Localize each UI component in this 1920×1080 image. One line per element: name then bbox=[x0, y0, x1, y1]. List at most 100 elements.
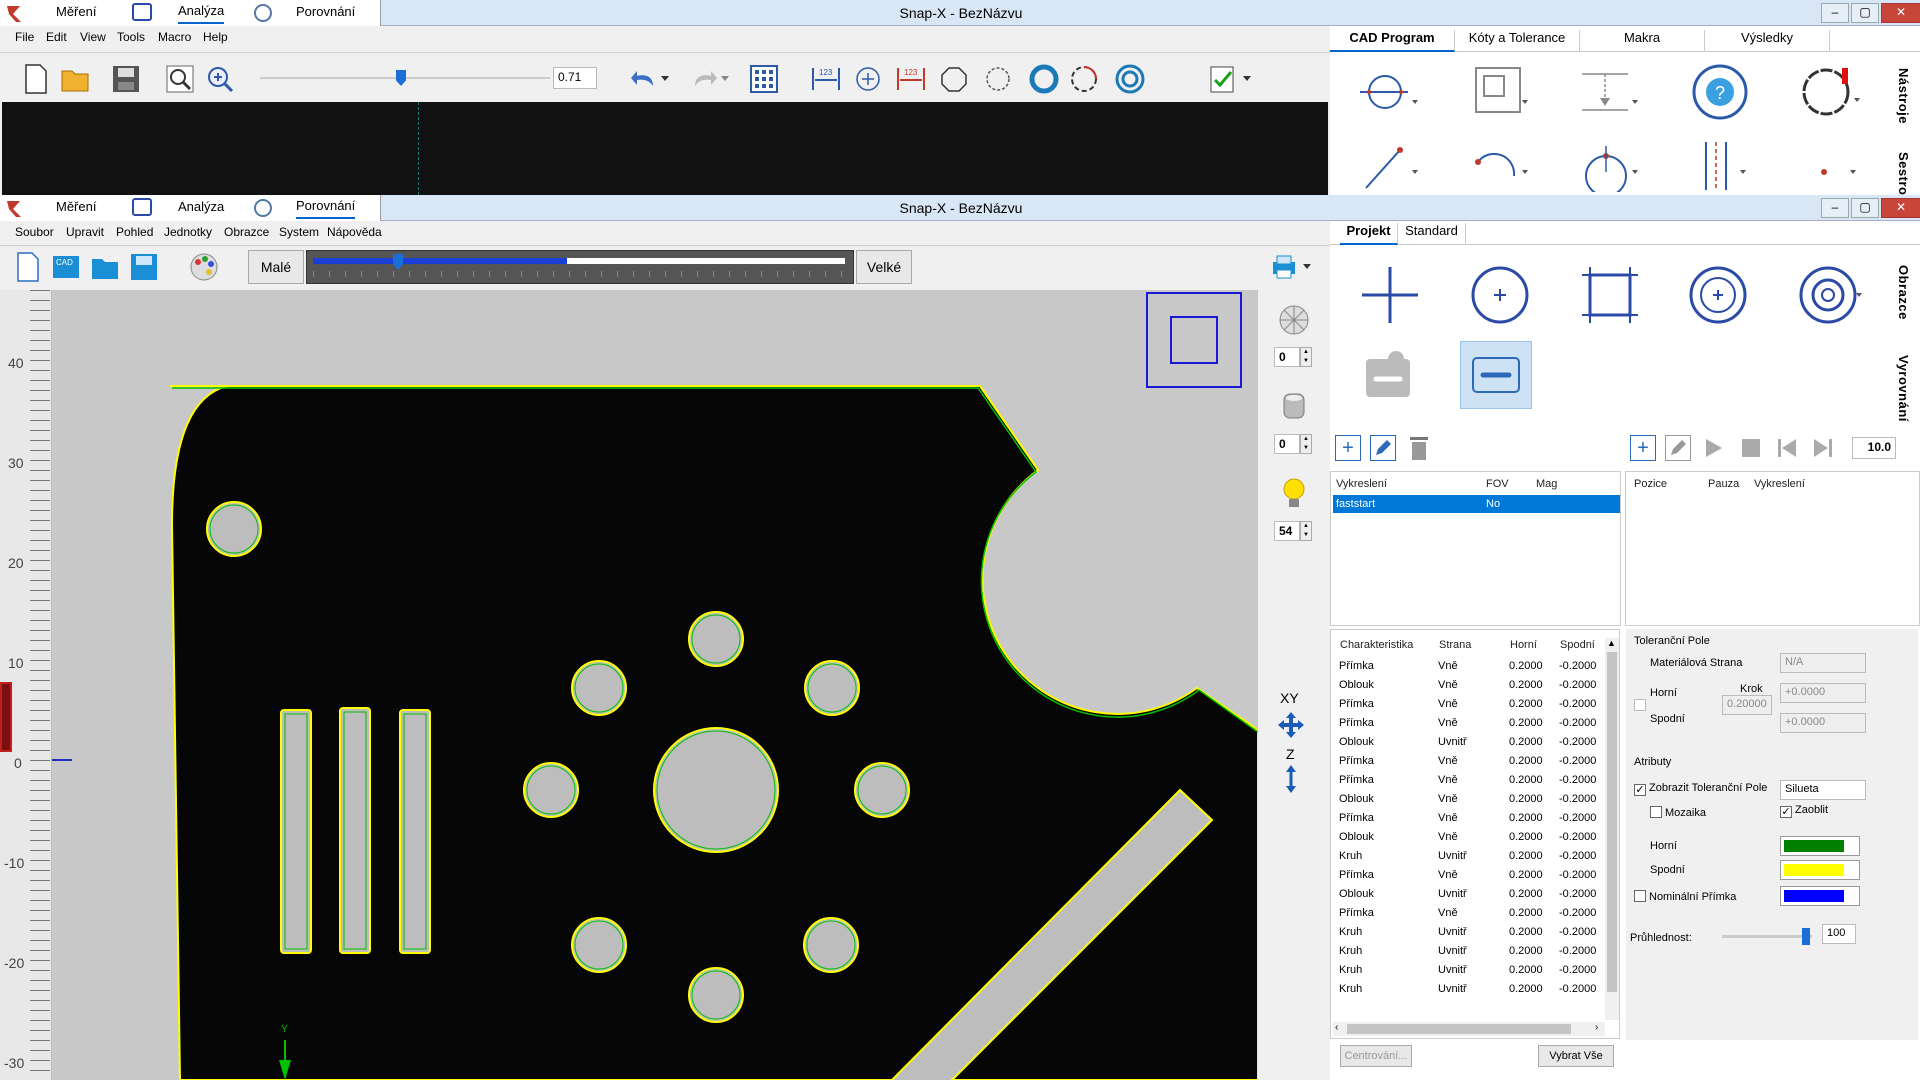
maximize-button[interactable]: ▢ bbox=[1851, 198, 1879, 218]
cad-circle-icon[interactable] bbox=[1580, 132, 1640, 195]
menu-obrazce[interactable]: Obrazce bbox=[224, 225, 269, 239]
bulb-icon[interactable] bbox=[1280, 476, 1308, 513]
tab-analyza[interactable]: Analýza bbox=[130, 0, 250, 26]
lower-field[interactable]: +0.0000 bbox=[1780, 713, 1866, 733]
ring-light-value[interactable]: 0 bbox=[1274, 347, 1300, 367]
menu-edit[interactable]: Edit bbox=[46, 30, 67, 44]
table-row[interactable]: Kruh Uvnitř 0.2000 -0.2000 bbox=[1331, 922, 1605, 941]
nominal-color-picker[interactable] bbox=[1780, 886, 1860, 906]
col-header[interactable]: Pozice bbox=[1634, 478, 1667, 490]
table-row[interactable]: Oblouk Vně 0.2000 -0.2000 bbox=[1331, 789, 1605, 808]
open-folder-icon[interactable] bbox=[58, 61, 94, 97]
show-tolerance-checkbox[interactable]: ✓ Zobrazit Toleranční Pole bbox=[1634, 782, 1767, 796]
table-row[interactable]: Kruh Uvnitř 0.2000 -0.2000 bbox=[1331, 960, 1605, 979]
top-canvas[interactable] bbox=[2, 102, 1328, 195]
redo-icon[interactable] bbox=[686, 61, 722, 97]
stop-icon[interactable] bbox=[1740, 437, 1762, 462]
zoom-value-field[interactable]: 0.71 bbox=[553, 67, 597, 89]
menu-napoveda[interactable]: Nápověda bbox=[327, 225, 382, 239]
scroll-right-icon[interactable]: › bbox=[1595, 1022, 1598, 1033]
menu-file[interactable]: File bbox=[15, 30, 34, 44]
menu-view[interactable]: View bbox=[80, 30, 106, 44]
backlight-value[interactable]: 0 bbox=[1274, 434, 1300, 454]
step-value-field[interactable]: 10.0 bbox=[1852, 437, 1896, 459]
checkbox-box[interactable] bbox=[1650, 806, 1662, 818]
table-row[interactable]: Kruh Uvnitř 0.2000 -0.2000 bbox=[1331, 941, 1605, 960]
tab-cad-program[interactable]: CAD Program bbox=[1330, 30, 1455, 52]
col-header[interactable]: Mag bbox=[1536, 478, 1557, 490]
cad-projection-icon[interactable] bbox=[1580, 62, 1640, 122]
polygon-icon[interactable] bbox=[936, 61, 972, 97]
table-row[interactable]: Přímka Vně 0.2000 -0.2000 bbox=[1331, 903, 1605, 922]
col-header[interactable]: Spodní bbox=[1560, 639, 1595, 651]
crosshair-icon[interactable] bbox=[1360, 265, 1420, 325]
color-palette-icon[interactable] bbox=[186, 249, 222, 285]
print-icon[interactable] bbox=[1266, 249, 1302, 285]
tab-mereni[interactable]: Měření bbox=[30, 195, 130, 221]
upper-checkbox[interactable] bbox=[1634, 699, 1646, 711]
minimap-viewport[interactable] bbox=[1170, 316, 1218, 364]
side-label-nastroje[interactable]: Nástroje bbox=[1896, 68, 1911, 124]
undo-dropdown-icon[interactable] bbox=[658, 61, 672, 97]
new-file-icon[interactable] bbox=[18, 61, 54, 97]
save-icon[interactable] bbox=[108, 61, 144, 97]
table-row[interactable]: Oblouk Vně 0.2000 -0.2000 bbox=[1331, 827, 1605, 846]
transparency-field[interactable]: 100 bbox=[1822, 924, 1856, 944]
close-button[interactable]: ✕ bbox=[1881, 3, 1920, 23]
rectangle-frame-icon[interactable] bbox=[1580, 265, 1640, 325]
add-position-icon[interactable]: + bbox=[1630, 435, 1656, 461]
menu-help[interactable]: Help bbox=[203, 30, 228, 44]
xy-move-icon[interactable] bbox=[1276, 710, 1306, 743]
menu-upravit[interactable]: Upravit bbox=[66, 225, 104, 239]
col-header[interactable]: FOV bbox=[1486, 478, 1509, 490]
transparency-slider[interactable] bbox=[1722, 928, 1812, 945]
scroll-thumb[interactable] bbox=[1607, 652, 1617, 992]
circle-plus-icon[interactable] bbox=[1470, 265, 1530, 325]
table-row[interactable]: Kruh Uvnitř 0.2000 -0.2000 bbox=[1331, 979, 1605, 998]
part-canvas[interactable]: Y bbox=[52, 290, 1258, 1080]
report-icon[interactable] bbox=[1204, 61, 1240, 97]
tab-makra[interactable]: Makra bbox=[1580, 30, 1705, 52]
size-slider-thumb[interactable] bbox=[393, 254, 403, 270]
tab-projekt[interactable]: Projekt bbox=[1340, 223, 1398, 245]
table-row[interactable]: Oblouk Uvnitř 0.2000 -0.2000 bbox=[1331, 884, 1605, 903]
ring-light-icon[interactable] bbox=[1278, 304, 1310, 339]
checkbox-box[interactable]: ✓ bbox=[1780, 806, 1792, 818]
tab-mereni[interactable]: Měření bbox=[30, 0, 130, 26]
dashed-circle-icon[interactable] bbox=[980, 61, 1016, 97]
col-header[interactable]: Pauza bbox=[1708, 478, 1739, 490]
tab-standard[interactable]: Standard bbox=[1398, 223, 1466, 245]
print-dropdown-icon[interactable] bbox=[1300, 249, 1314, 285]
nominal-line-checkbox[interactable]: Nominální Přímka bbox=[1634, 890, 1736, 903]
table-row[interactable]: Oblouk Uvnitř 0.2000 -0.2000 bbox=[1331, 732, 1605, 751]
cad-frame-icon[interactable] bbox=[1470, 62, 1530, 122]
backlight-icon[interactable] bbox=[1280, 390, 1308, 425]
select-all-button[interactable]: Vybrat Vše bbox=[1538, 1045, 1614, 1067]
cad-circle-marker-icon[interactable] bbox=[1798, 58, 1860, 118]
zoom-fit-icon[interactable] bbox=[162, 61, 198, 97]
play-icon[interactable] bbox=[1702, 437, 1724, 462]
side-label-sestro[interactable]: Sestro bbox=[1896, 152, 1911, 195]
material-side-select[interactable]: N/A bbox=[1780, 653, 1866, 673]
table-row[interactable]: Přímka Vně 0.2000 -0.2000 bbox=[1331, 713, 1605, 732]
menu-jednotky[interactable]: Jednotky bbox=[164, 225, 212, 239]
table-row[interactable]: Přímka Vně 0.2000 -0.2000 bbox=[1331, 751, 1605, 770]
minimap[interactable] bbox=[1146, 292, 1242, 388]
round-checkbox[interactable]: ✓ Zaoblit bbox=[1780, 804, 1828, 818]
new-file-icon[interactable] bbox=[10, 249, 46, 285]
delete-step-icon[interactable] bbox=[1408, 435, 1432, 461]
partial-circle-icon[interactable] bbox=[1066, 61, 1102, 97]
style-select[interactable]: Silueta bbox=[1780, 780, 1866, 800]
transparency-slider-thumb[interactable] bbox=[1802, 928, 1810, 945]
col-header[interactable]: Charakteristika bbox=[1340, 639, 1413, 651]
table-row[interactable]: Přímka Vně 0.2000 -0.2000 bbox=[1331, 770, 1605, 789]
scroll-up-icon[interactable]: ▲ bbox=[1607, 638, 1616, 648]
open-folder-icon[interactable] bbox=[87, 249, 123, 285]
align-link-button[interactable] bbox=[1460, 341, 1532, 409]
scroll-h-thumb[interactable] bbox=[1347, 1024, 1571, 1034]
tab-koty-tolerance[interactable]: Kóty a Tolerance bbox=[1455, 30, 1580, 52]
tab-porovnani[interactable]: Porovnání bbox=[250, 195, 380, 221]
menu-pohled[interactable]: Pohled bbox=[116, 225, 153, 239]
backlight-spinner[interactable]: ▲ ▼ bbox=[1300, 434, 1312, 454]
save-icon[interactable] bbox=[126, 249, 162, 285]
